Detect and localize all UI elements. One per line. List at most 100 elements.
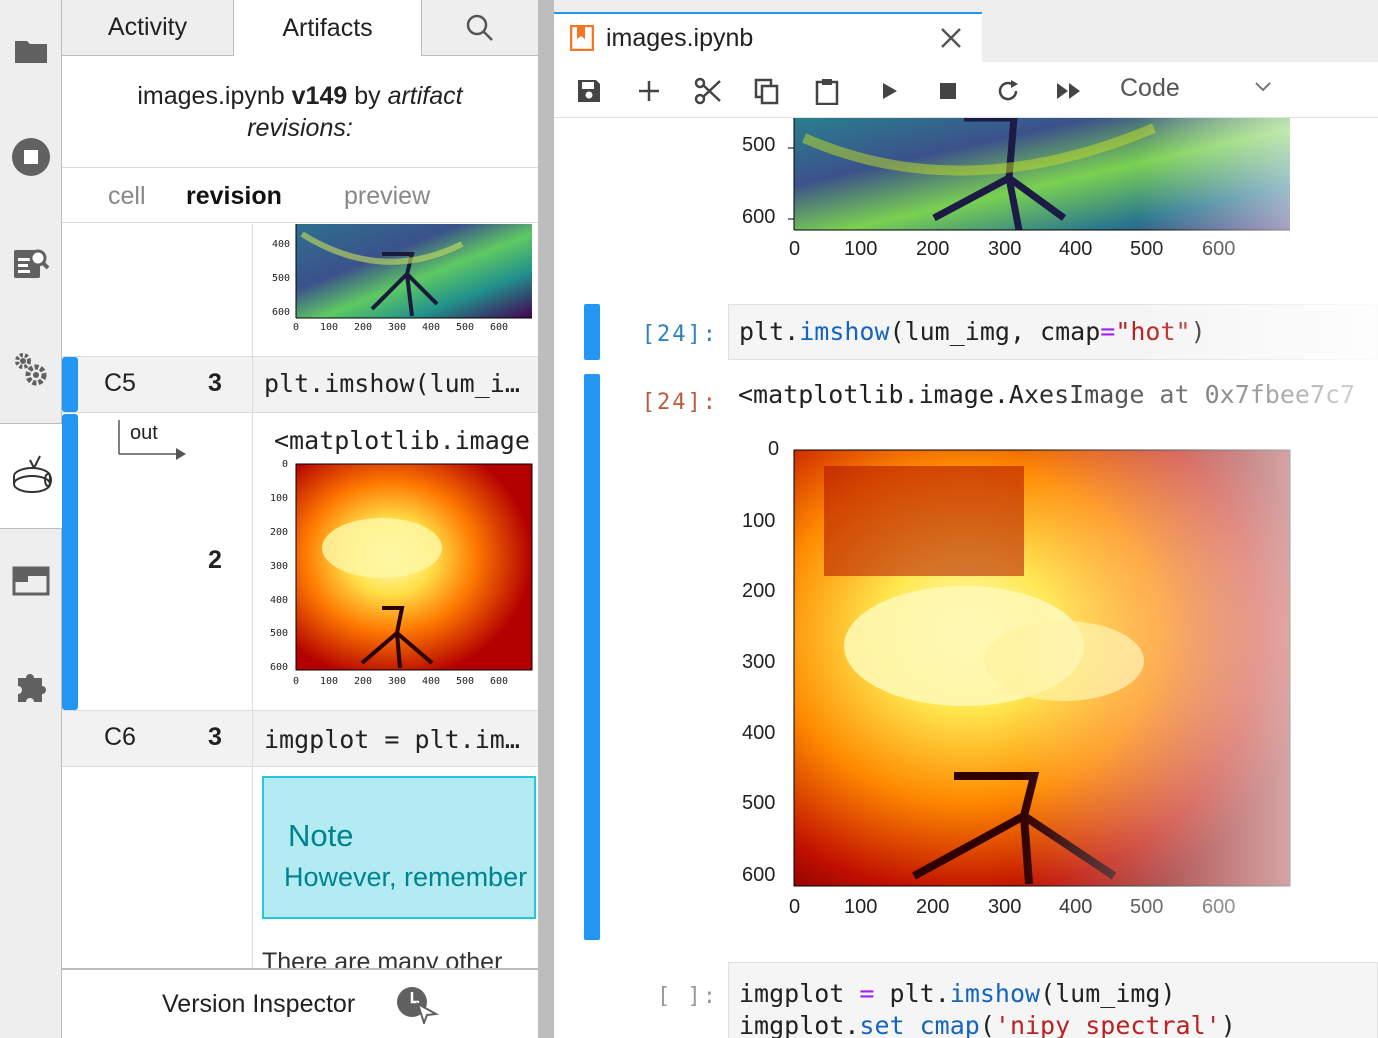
- row-revision-count: 3: [208, 723, 222, 751]
- fast-forward-icon[interactable]: [1054, 76, 1084, 106]
- row-revision-count: 2: [208, 546, 222, 574]
- tabs-window-icon[interactable]: [0, 550, 62, 612]
- column-divider: [252, 711, 253, 766]
- column-revision[interactable]: revision: [186, 182, 282, 211]
- row-cell-id: C6: [104, 723, 136, 751]
- code-token: .: [784, 317, 800, 346]
- verdant-log-icon[interactable]: [0, 423, 63, 529]
- tick-x: 100: [844, 238, 878, 260]
- output-collapser[interactable]: [584, 374, 600, 940]
- tick-y: 200: [270, 527, 289, 538]
- column-divider: [252, 357, 253, 412]
- tick-x: 200: [916, 896, 950, 918]
- chevron-down-icon[interactable]: [1254, 80, 1272, 98]
- tab-activity-label: Activity: [107, 13, 188, 41]
- output-label: out: [118, 420, 188, 460]
- tick-y: 400: [272, 239, 291, 250]
- note-callout: Note However, remember: [262, 776, 536, 919]
- tick-y: 400: [270, 595, 289, 606]
- paste-icon[interactable]: [812, 76, 842, 106]
- save-icon[interactable]: [574, 76, 604, 106]
- code-token: plt: [874, 979, 935, 1008]
- column-divider: [252, 224, 253, 968]
- inspector-pointer-icon[interactable]: [396, 984, 440, 1029]
- tick-x: 0: [293, 676, 300, 687]
- tick-x: 500: [456, 676, 475, 687]
- tick-y: 500: [742, 792, 776, 814]
- code-token: (lum_img): [1040, 979, 1176, 1008]
- tick-x: 300: [988, 238, 1022, 260]
- extension-puzzle-icon[interactable]: [0, 656, 62, 718]
- stop-circle-icon[interactable]: [0, 126, 62, 188]
- row-preview-code: imgplot = plt.im…: [264, 725, 520, 754]
- tab-artifacts[interactable]: Artifacts: [234, 0, 422, 56]
- tick-y: 500: [742, 134, 776, 156]
- tick-x: 200: [354, 322, 373, 333]
- tick-y: 400: [742, 722, 776, 744]
- notebook-body: 500 600 0 100 200 300 400 500 600 [24]: …: [554, 118, 1378, 1038]
- code-token: set_cmap: [859, 1011, 980, 1038]
- panel-tabs: Activity Artifacts: [62, 0, 538, 56]
- add-cell-icon[interactable]: [634, 76, 664, 106]
- notebook-tab[interactable]: images.ipynb: [554, 12, 982, 62]
- column-cell[interactable]: cell: [108, 182, 146, 211]
- tick-y: 500: [270, 628, 289, 639]
- fade-overlay: [1138, 118, 1378, 268]
- title-notebook-name: images.ipynb: [137, 82, 285, 110]
- tick-x: 100: [320, 676, 339, 687]
- row-preview-output: <matplotlib.image: [274, 426, 530, 455]
- row-separator: [62, 412, 538, 413]
- tick-y: 600: [272, 307, 291, 318]
- code-token: ): [1220, 1011, 1236, 1038]
- cut-scissors-icon[interactable]: [693, 76, 723, 106]
- tick-x: 0: [789, 238, 801, 260]
- property-inspector-icon[interactable]: [0, 232, 62, 294]
- tick-x: 400: [422, 322, 441, 333]
- code-line: plt.imshow(lum_img, cmap="hot"): [739, 317, 1206, 346]
- preview-thumbnail-viridis[interactable]: 400 500 600 0 100 200 300 400 500 600: [262, 224, 536, 344]
- panel-splitter[interactable]: [538, 0, 554, 1038]
- code-token: =: [1100, 317, 1116, 346]
- tick-x: 400: [1059, 238, 1093, 260]
- code-token: .: [934, 979, 950, 1008]
- restart-icon[interactable]: [993, 76, 1023, 106]
- table-row-c6[interactable]: C6 3 imgplot = plt.im…: [62, 711, 538, 766]
- tab-artifacts-label: Artifacts: [282, 13, 373, 42]
- column-headers: cell revision preview: [62, 169, 538, 223]
- tick-x: 300: [388, 322, 407, 333]
- cell-type-select[interactable]: Code: [1120, 74, 1180, 103]
- output-label-text: out: [130, 422, 158, 444]
- stop-icon[interactable]: [933, 76, 963, 106]
- row-cell-id: C5: [104, 369, 136, 397]
- close-icon[interactable]: [938, 25, 964, 56]
- artifact-panel: Activity Artifacts images.ipynb v149 by …: [62, 0, 538, 1038]
- tab-search[interactable]: [422, 0, 538, 56]
- code-token: imgplot: [739, 1011, 845, 1038]
- tick-x: 200: [354, 676, 373, 687]
- code-token: plt: [739, 317, 785, 346]
- tick-y: 0: [282, 459, 289, 470]
- code-cell-input[interactable]: imgplot = plt.imshow(lum_img) imgplot.se…: [728, 962, 1378, 1038]
- tick-y: 600: [742, 206, 776, 228]
- preview-thumbnail-hot[interactable]: 0 100 200 300 400 500 600 0 100 200 300 …: [262, 458, 536, 690]
- table-row-c5[interactable]: C5 3 plt.imshow(lum_i…: [62, 357, 538, 412]
- tick-y: 100: [270, 493, 289, 504]
- row-selection-marker: [62, 414, 78, 710]
- folder-icon[interactable]: [0, 20, 62, 82]
- code-token: imgplot: [739, 979, 860, 1008]
- tick-x: 0: [293, 322, 300, 333]
- settings-gears-icon[interactable]: [0, 338, 62, 400]
- tick-y: 500: [272, 273, 291, 284]
- tick-x: 600: [490, 322, 509, 333]
- tab-activity[interactable]: Activity: [62, 0, 234, 56]
- panel-title: images.ipynb v149 by artifact revisions:: [62, 56, 538, 168]
- copy-icon[interactable]: [752, 76, 782, 106]
- column-preview[interactable]: preview: [344, 182, 430, 211]
- version-inspector-bar[interactable]: Version Inspector: [62, 968, 538, 1038]
- tick-x: 500: [456, 322, 475, 333]
- code-token: 'nipy_spectral': [994, 1011, 1221, 1038]
- tick-y: 300: [270, 561, 289, 572]
- code-line: imgplot.set_cmap('nipy_spectral'): [739, 1011, 1236, 1038]
- code-line: imgplot = plt.imshow(lum_img): [739, 979, 1176, 1008]
- run-icon[interactable]: [874, 76, 904, 106]
